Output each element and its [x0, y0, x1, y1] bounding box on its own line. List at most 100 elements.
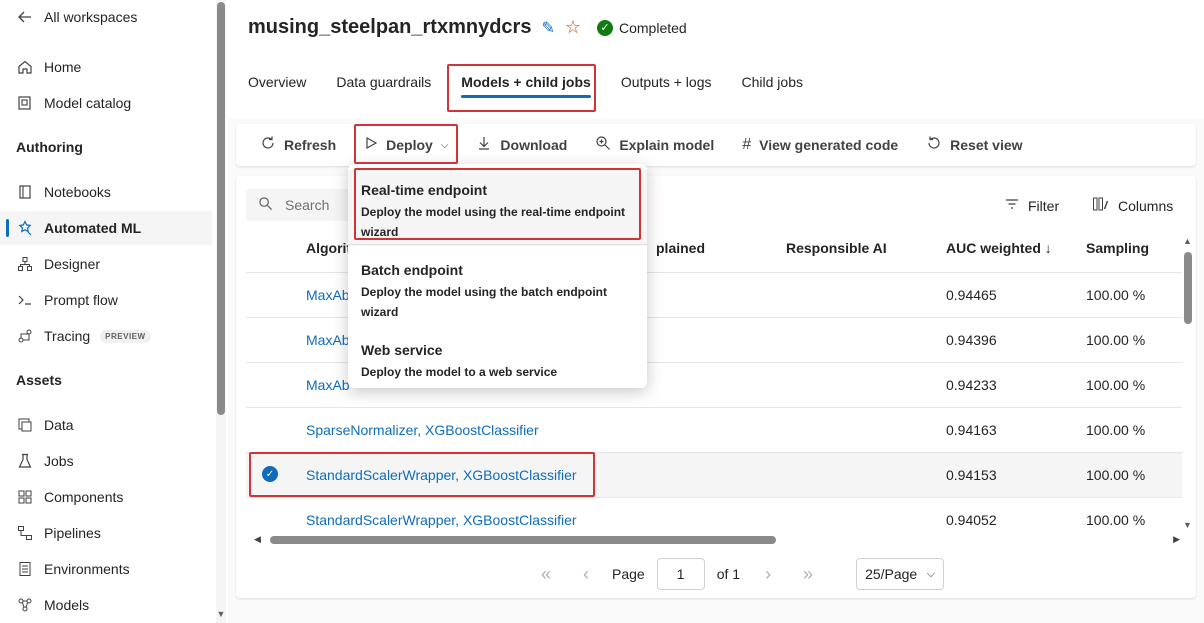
- page-size-value: 25/Page: [865, 566, 918, 582]
- sidebar-item-notebooks[interactable]: Notebooks: [16, 180, 111, 204]
- chevron-down-icon: ⌵: [440, 139, 449, 151]
- auc-value: 0.94163: [946, 422, 997, 438]
- scroll-right-icon[interactable]: ▶: [1173, 534, 1180, 545]
- explain-model-label: Explain model: [619, 137, 715, 153]
- reset-view-button[interactable]: Reset view: [926, 129, 1023, 161]
- first-page-icon[interactable]: «: [526, 564, 566, 585]
- sidebar-item-jobs[interactable]: Jobs: [16, 449, 74, 473]
- status-badge: ✓ Completed: [596, 19, 687, 36]
- explain-model-button[interactable]: Explain model: [595, 129, 714, 161]
- page-title-row: musing_steelpan_rtxmnydcrs ✎ ☆ ✓ Complet…: [248, 16, 687, 39]
- prev-page-icon[interactable]: ‹: [566, 564, 606, 585]
- scrollbar-thumb[interactable]: [270, 536, 776, 544]
- sidebar-item-home[interactable]: Home: [16, 55, 81, 79]
- algorithm-link[interactable]: MaxAb: [306, 287, 350, 303]
- algorithm-link[interactable]: MaxAb: [306, 332, 350, 348]
- section-assets: Assets: [16, 372, 62, 388]
- preview-badge: PREVIEW: [100, 329, 151, 343]
- next-page-icon[interactable]: ›: [748, 564, 788, 585]
- tab-overview[interactable]: Overview: [248, 66, 306, 98]
- scroll-down-icon[interactable]: ▼: [216, 609, 226, 619]
- header-algorithm[interactable]: Algorit: [306, 240, 351, 256]
- grid-vertical-scrollbar[interactable]: ▲ ▼: [1182, 232, 1194, 530]
- sidebar-item-data[interactable]: Data: [16, 413, 74, 437]
- sampling-value: 100.00 %: [1086, 332, 1146, 348]
- header-sampling[interactable]: Sampling: [1086, 240, 1149, 256]
- command-bar: Refresh Deploy ⌵ Download Explain model …: [236, 124, 1196, 166]
- sidebar-item-environments[interactable]: Environments: [16, 557, 130, 581]
- table-row[interactable]: SparseNormalizer, XGBoostClassifier 0.94…: [246, 407, 1182, 452]
- menu-item-real-time-endpoint[interactable]: Real-time endpoint Deploy the model usin…: [348, 170, 647, 246]
- star-icon[interactable]: ☆: [565, 17, 581, 38]
- refresh-icon: [260, 135, 276, 156]
- last-page-icon[interactable]: »: [788, 564, 828, 585]
- view-code-label: View generated code: [759, 137, 899, 153]
- selected-check-icon[interactable]: ✓: [262, 466, 278, 482]
- tab-outputs-logs[interactable]: Outputs + logs: [621, 66, 712, 98]
- tab-child-jobs[interactable]: Child jobs: [742, 66, 803, 98]
- menu-item-description: Deploy the model using the batch endpoin…: [361, 285, 608, 319]
- filter-label: Filter: [1028, 197, 1060, 214]
- sidebar-item-components[interactable]: Components: [16, 485, 123, 509]
- refresh-label: Refresh: [284, 137, 337, 153]
- environments-icon: [16, 560, 34, 578]
- sidebar-item-label: Jobs: [44, 453, 74, 469]
- page-size-select[interactable]: 25/Page ⌵: [856, 558, 945, 590]
- sidebar-scrollbar[interactable]: ▼: [216, 0, 226, 623]
- sidebar-item-prompt-flow[interactable]: Prompt flow: [16, 288, 118, 312]
- notebook-icon: [16, 183, 34, 201]
- columns-button[interactable]: Columns: [1092, 196, 1173, 215]
- scrollbar-thumb[interactable]: [217, 2, 225, 415]
- refresh-button[interactable]: Refresh: [260, 129, 336, 161]
- status-text: Completed: [618, 19, 687, 36]
- tab-bar: Overview Data guardrails Models + child …: [248, 66, 833, 98]
- algorithm-link[interactable]: SparseNormalizer, XGBoostClassifier: [306, 422, 539, 438]
- sampling-value: 100.00 %: [1086, 377, 1146, 393]
- sidebar-item-label: Models: [44, 597, 90, 613]
- sidebar-item-models[interactable]: Models: [16, 593, 89, 617]
- arrow-left-icon: [16, 8, 34, 26]
- auc-value: 0.94465: [946, 287, 997, 303]
- sidebar-item-label: Model catalog: [44, 95, 132, 111]
- sidebar-item-model-catalog[interactable]: Model catalog: [16, 91, 131, 115]
- edit-icon[interactable]: ✎: [541, 18, 554, 38]
- header-explained[interactable]: plained: [656, 240, 705, 256]
- scroll-up-icon[interactable]: ▲: [1183, 236, 1192, 246]
- automl-icon: [16, 219, 34, 237]
- algorithm-link[interactable]: StandardScalerWrapper, XGBoostClassifier: [306, 512, 577, 528]
- sidebar-item-pipelines[interactable]: Pipelines: [16, 521, 101, 545]
- header-auc-weighted[interactable]: AUC weighted ↓: [946, 240, 1052, 256]
- algorithm-link[interactable]: MaxAb: [306, 377, 350, 393]
- back-all-workspaces[interactable]: All workspaces: [16, 5, 137, 29]
- page-label: Page: [612, 566, 645, 582]
- scrollbar-thumb[interactable]: [1184, 252, 1192, 324]
- hash-icon: #: [742, 136, 752, 153]
- tab-models-child-jobs[interactable]: Models + child jobs: [461, 66, 591, 98]
- header-responsible-ai[interactable]: Responsible AI: [786, 240, 887, 256]
- download-button[interactable]: Download: [476, 129, 567, 161]
- deploy-menu: Real-time endpoint Deploy the model usin…: [348, 164, 647, 388]
- sidebar-item-tracing[interactable]: Tracing PREVIEW: [16, 324, 151, 348]
- page-number-input[interactable]: 1: [656, 558, 705, 590]
- table-row-selected[interactable]: ✓ StandardScalerWrapper, XGBoostClassifi…: [246, 452, 1182, 497]
- deploy-button[interactable]: Deploy ⌵: [364, 129, 448, 161]
- tab-data-guardrails[interactable]: Data guardrails: [336, 66, 431, 98]
- view-generated-code-button[interactable]: # View generated code: [742, 129, 898, 161]
- grid-horizontal-scrollbar[interactable]: ◀ ▶: [254, 534, 1180, 546]
- sidebar-item-label: Environments: [44, 561, 130, 577]
- sidebar-item-label: Notebooks: [44, 184, 111, 200]
- check-circle-icon: ✓: [596, 19, 613, 36]
- scroll-left-icon[interactable]: ◀: [254, 534, 261, 545]
- download-icon: [476, 135, 492, 156]
- sidebar-item-automated-ml[interactable]: Automated ML: [0, 211, 212, 245]
- menu-item-batch-endpoint[interactable]: Batch endpoint Deploy the model using th…: [348, 250, 647, 326]
- menu-item-web-service[interactable]: Web service Deploy the model to a web se…: [348, 330, 647, 386]
- filter-button[interactable]: Filter: [1004, 196, 1059, 215]
- sidebar-item-label: Automated ML: [44, 220, 142, 236]
- scroll-down-icon[interactable]: ▼: [1183, 520, 1192, 530]
- auc-value: 0.94153: [946, 467, 997, 483]
- sidebar-item-label: Pipelines: [44, 525, 101, 541]
- sidebar-item-designer[interactable]: Designer: [16, 252, 100, 276]
- sampling-value: 100.00 %: [1086, 422, 1146, 438]
- algorithm-link[interactable]: StandardScalerWrapper, XGBoostClassifier: [306, 467, 577, 483]
